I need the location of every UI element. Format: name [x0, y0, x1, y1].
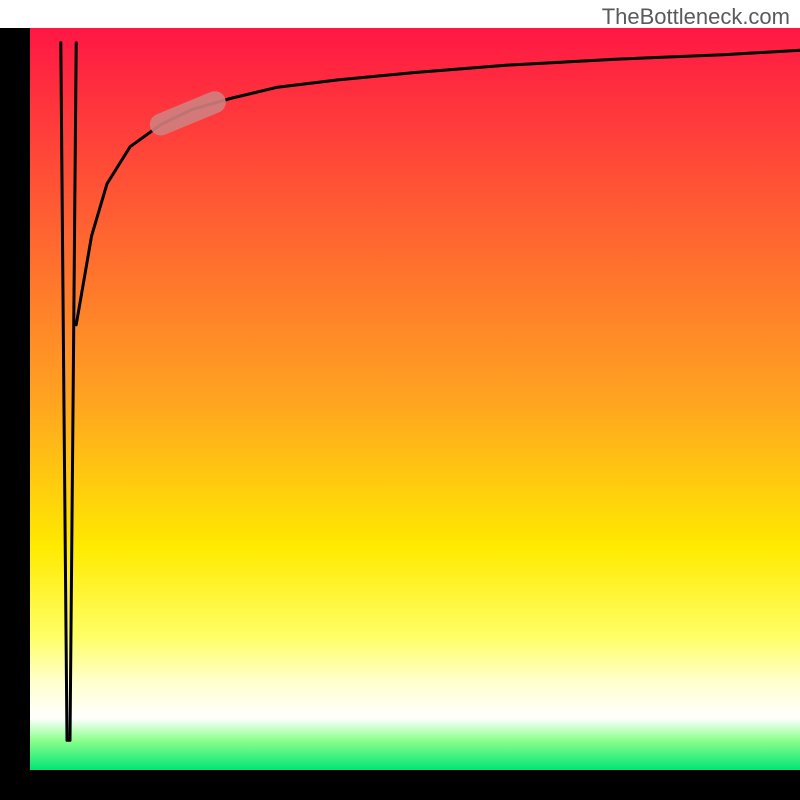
- chart-svg: [0, 0, 800, 800]
- chart-container: TheBottleneck.com: [0, 0, 800, 800]
- attribution-text: TheBottleneck.com: [602, 4, 790, 30]
- frame-bottom: [0, 770, 800, 800]
- plot-area: [30, 28, 800, 770]
- frame-left: [0, 28, 30, 800]
